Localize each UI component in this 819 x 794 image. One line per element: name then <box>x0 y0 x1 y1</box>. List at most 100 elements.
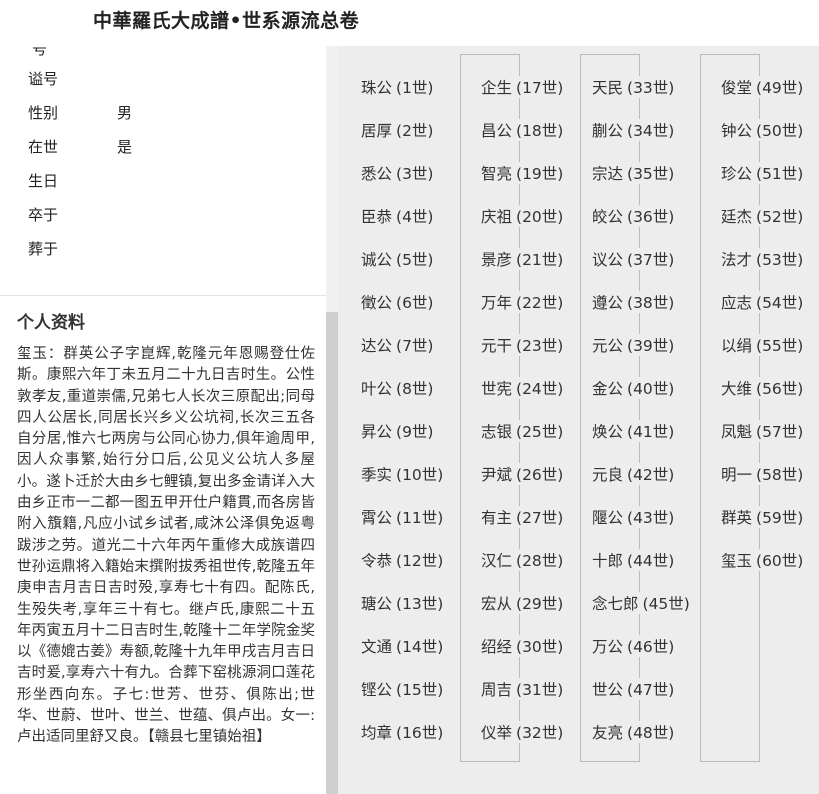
scrollbar-thumb[interactable] <box>326 312 338 794</box>
lineage-entry[interactable]: 万公 (46世) <box>591 635 676 657</box>
lineage-entry[interactable]: 以绢 (55世) <box>720 334 805 356</box>
lineage-entry[interactable]: 宗达 (35世) <box>591 162 676 184</box>
lineage-entry[interactable]: 世公 (47世) <box>591 678 676 700</box>
lineage-entry[interactable]: 明一 (58世) <box>720 463 805 485</box>
ancestor-name: 珠公 <box>361 79 393 97</box>
generation-number: (39世) <box>627 337 675 355</box>
lineage-entry[interactable]: 霄公 (11世) <box>360 506 445 528</box>
lineage-entry[interactable]: 元干 (23世) <box>480 334 565 356</box>
lineage-entry[interactable]: 珍公 (51世) <box>720 162 805 184</box>
ancestor-name: 臣恭 <box>361 208 393 226</box>
generation-number: (23世) <box>516 337 564 355</box>
lineage-entry[interactable]: 隁公 (43世) <box>591 506 676 528</box>
lineage-entry[interactable]: 徵公 (6世) <box>360 291 435 313</box>
lineage-entry[interactable]: 应志 (54世) <box>720 291 805 313</box>
generation-number: (5世) <box>396 251 434 269</box>
lineage-entry[interactable]: 昇公 (9世) <box>360 420 435 442</box>
generation-number: (8世) <box>396 380 434 398</box>
generation-number: (2世) <box>396 122 434 140</box>
lineage-entry[interactable]: 凤魁 (57世) <box>720 420 805 442</box>
ancestor-name: 隁公 <box>592 509 624 527</box>
lineage-entry[interactable]: 元良 (42世) <box>591 463 676 485</box>
lineage-entry[interactable]: 诚公 (5世) <box>360 248 435 270</box>
lineage-entry[interactable]: 金公 (40世) <box>591 377 676 399</box>
lineage-entry[interactable]: 绍经 (30世) <box>480 635 565 657</box>
lineage-entry[interactable]: 天民 (33世) <box>591 76 676 98</box>
lineage-entry[interactable]: 大维 (56世) <box>720 377 805 399</box>
section-title: 个人资料 <box>17 313 85 333</box>
lineage-entry[interactable]: 议公 (37世) <box>591 248 676 270</box>
lineage-entry[interactable]: 蒯公 (34世) <box>591 119 676 141</box>
lineage-entry[interactable]: 遵公 (38世) <box>591 291 676 313</box>
ancestor-name: 仪举 <box>481 724 513 742</box>
lineage-entry[interactable]: 群英 (59世) <box>720 506 805 528</box>
generation-number: (18世) <box>516 122 564 140</box>
lineage-entry[interactable]: 廷杰 (52世) <box>720 205 805 227</box>
lineage-entry[interactable]: 叶公 (8世) <box>360 377 435 399</box>
lineage-entry[interactable]: 法才 (53世) <box>720 248 805 270</box>
lineage-entry[interactable]: 智亮 (19世) <box>480 162 565 184</box>
lineage-entry[interactable]: 玺玉 (60世) <box>720 549 805 571</box>
generation-number: (44世) <box>627 552 675 570</box>
ancestor-name: 大维 <box>721 380 753 398</box>
lineage-entry[interactable]: 昌公 (18世) <box>480 119 565 141</box>
lineage-entry[interactable]: 汉仁 (28世) <box>480 549 565 571</box>
generation-number: (50世) <box>756 122 804 140</box>
field-label-gender: 性别 <box>28 104 59 122</box>
generation-number: (59世) <box>756 509 804 527</box>
lineage-entry[interactable]: 悉公 (3世) <box>360 162 435 184</box>
lineage-entry[interactable]: 铿公 (15世) <box>360 678 445 700</box>
ancestor-name: 友亮 <box>592 724 624 742</box>
lineage-entry[interactable]: 居厚 (2世) <box>360 119 435 141</box>
lineage-entry[interactable]: 文通 (14世) <box>360 635 445 657</box>
lineage-entry[interactable]: 季实 (10世) <box>360 463 445 485</box>
ancestor-name: 诚公 <box>361 251 393 269</box>
field-label-birth: 生日 <box>28 172 59 190</box>
lineage-entry[interactable]: 念七郎 (45世) <box>591 592 691 614</box>
lineage-entry[interactable]: 尹斌 (26世) <box>480 463 565 485</box>
lineage-entry[interactable]: 世宪 (24世) <box>480 377 565 399</box>
lineage-entry[interactable]: 仪举 (32世) <box>480 721 565 743</box>
generation-number: (30世) <box>516 638 564 656</box>
lineage-entry[interactable]: 均章 (16世) <box>360 721 445 743</box>
ancestor-name: 遵公 <box>592 294 624 312</box>
ancestor-name: 周吉 <box>481 681 513 699</box>
ancestor-name: 景彦 <box>481 251 513 269</box>
lineage-entry[interactable]: 志银 (25世) <box>480 420 565 442</box>
lineage-entry[interactable]: 达公 (7世) <box>360 334 435 356</box>
lineage-entry[interactable]: 万年 (22世) <box>480 291 565 313</box>
lineage-entry[interactable]: 瑭公 (13世) <box>360 592 445 614</box>
ancestor-name: 念七郎 <box>592 595 639 613</box>
lineage-entry[interactable]: 俊堂 (49世) <box>720 76 805 98</box>
ancestor-name: 达公 <box>361 337 393 355</box>
lineage-entry[interactable]: 皎公 (36世) <box>591 205 676 227</box>
lineage-entry[interactable]: 钟公 (50世) <box>720 119 805 141</box>
lineage-entry[interactable]: 元公 (39世) <box>591 334 676 356</box>
lineage-entry[interactable]: 珠公 (1世) <box>360 76 435 98</box>
lineage-entry[interactable]: 友亮 (48世) <box>591 721 676 743</box>
ancestor-name: 尹斌 <box>481 466 513 484</box>
lineage-entry[interactable]: 焕公 (41世) <box>591 420 676 442</box>
generation-number: (40世) <box>627 380 675 398</box>
generation-number: (42世) <box>627 466 675 484</box>
ancestor-name: 文通 <box>361 638 393 656</box>
lineage-entry[interactable]: 企生 (17世) <box>480 76 565 98</box>
lineage-connector <box>700 54 760 762</box>
ancestor-name: 昇公 <box>361 423 393 441</box>
generation-number: (29世) <box>516 595 564 613</box>
lineage-entry[interactable]: 庆祖 (20世) <box>480 205 565 227</box>
lineage-entry[interactable]: 有主 (27世) <box>480 506 565 528</box>
lineage-entry[interactable]: 宏从 (29世) <box>480 592 565 614</box>
field-label-death: 卒于 <box>28 206 59 224</box>
lineage-entry[interactable]: 令恭 (12世) <box>360 549 445 571</box>
ancestor-name: 以绢 <box>721 337 753 355</box>
generation-number: (37世) <box>627 251 675 269</box>
generation-number: (31世) <box>516 681 564 699</box>
section-divider <box>0 295 326 296</box>
generation-number: (14世) <box>396 638 444 656</box>
lineage-entry[interactable]: 周吉 (31世) <box>480 678 565 700</box>
lineage-entry[interactable]: 十郎 (44世) <box>591 549 676 571</box>
ancestor-name: 季实 <box>361 466 393 484</box>
lineage-entry[interactable]: 景彦 (21世) <box>480 248 565 270</box>
lineage-entry[interactable]: 臣恭 (4世) <box>360 205 435 227</box>
